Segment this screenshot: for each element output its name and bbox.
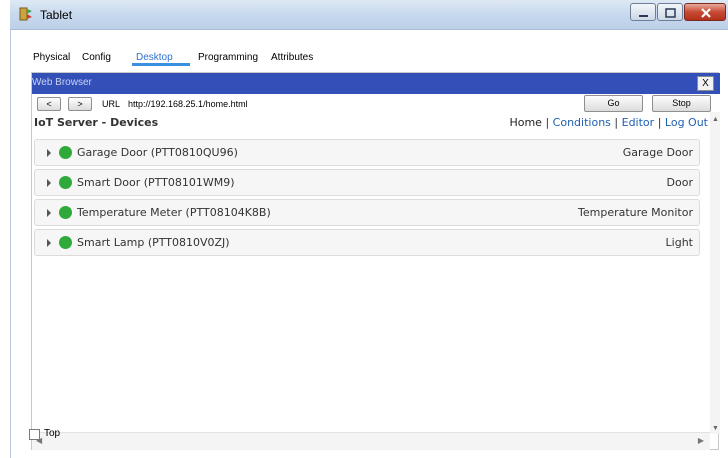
maximize-icon (665, 8, 676, 18)
browser-content: IoT Server - Devices Home | Conditions |… (32, 112, 710, 432)
expand-caret-icon[interactable] (47, 239, 51, 247)
home-link[interactable]: Home (509, 116, 541, 129)
top-checkbox-label: Top (44, 428, 61, 439)
active-tab-indicator (132, 63, 190, 66)
top-nav: Home | Conditions | Editor | Log Out (509, 116, 708, 129)
stop-button[interactable]: Stop (652, 95, 711, 112)
device-name: Garage Door (PTT0810QU96) (77, 146, 238, 159)
status-indicator-icon (59, 206, 72, 219)
minimize-button[interactable] (630, 3, 656, 21)
device-type: Door (666, 176, 693, 189)
web-browser-close-button[interactable]: X (697, 76, 714, 91)
tab-desktop[interactable]: Desktop (136, 52, 173, 63)
expand-caret-icon[interactable] (47, 209, 51, 217)
device-row[interactable]: Temperature Meter (PTT08104K8B) Temperat… (34, 199, 700, 226)
expand-caret-icon[interactable] (47, 179, 51, 187)
page-title: IoT Server - Devices (34, 116, 159, 129)
url-input[interactable] (126, 97, 578, 111)
app-icon (19, 7, 32, 21)
forward-button[interactable]: > (68, 97, 92, 111)
device-name: Smart Door (PTT08101WM9) (77, 176, 235, 189)
browser-navbar: < > URL Go Stop (32, 94, 720, 112)
status-indicator-icon (59, 176, 72, 189)
close-icon (701, 8, 711, 18)
device-row[interactable]: Garage Door (PTT0810QU96) Garage Door (34, 139, 700, 166)
web-browser-titlebar: Web Browser X (32, 73, 720, 94)
device-type: Light (665, 236, 693, 249)
maximize-button[interactable] (657, 3, 683, 21)
desktop-panel: Web Browser X < > URL Go Stop IoT Server… (31, 72, 720, 450)
window-client: Physical Config Desktop Programming Attr… (10, 30, 728, 458)
scroll-right-icon[interactable]: ▶ (698, 436, 704, 445)
window-title: Tablet (40, 8, 73, 22)
device-name: Smart Lamp (PTT0810V0ZJ) (77, 236, 230, 249)
nav-separator: | (545, 116, 550, 129)
go-button[interactable]: Go (584, 95, 643, 112)
top-checkbox[interactable] (29, 429, 40, 440)
url-label: URL (102, 99, 121, 109)
scroll-down-icon[interactable]: ▼ (712, 425, 719, 432)
editor-link[interactable]: Editor (622, 116, 655, 129)
minimize-icon (639, 15, 648, 17)
device-list: Garage Door (PTT0810QU96) Garage Door Sm… (34, 139, 700, 259)
device-type: Temperature Monitor (578, 206, 693, 219)
device-name: Temperature Meter (PTT08104K8B) (77, 206, 271, 219)
device-type: Garage Door (622, 146, 693, 159)
nav-separator: | (614, 116, 619, 129)
conditions-link[interactable]: Conditions (553, 116, 611, 129)
tab-attributes[interactable]: Attributes (271, 52, 313, 63)
status-indicator-icon (59, 236, 72, 249)
back-button[interactable]: < (37, 97, 61, 111)
tab-physical[interactable]: Physical (33, 52, 70, 63)
tablet-window: Tablet Physical Config Desktop Programmi… (10, 0, 728, 458)
scroll-up-icon[interactable]: ▲ (712, 116, 719, 123)
close-window-button[interactable] (684, 3, 726, 21)
device-row[interactable]: Smart Door (PTT08101WM9) Door (34, 169, 700, 196)
window-titlebar[interactable]: Tablet (10, 0, 728, 30)
web-browser-title: Web Browser (32, 77, 92, 88)
logout-link[interactable]: Log Out (665, 116, 708, 129)
nav-separator: | (657, 116, 662, 129)
status-indicator-icon (59, 146, 72, 159)
vertical-scrollbar[interactable]: ▲ ▼ (710, 112, 720, 434)
device-row[interactable]: Smart Lamp (PTT0810V0ZJ) Light (34, 229, 700, 256)
expand-caret-icon[interactable] (47, 149, 51, 157)
tab-programming[interactable]: Programming (198, 52, 258, 63)
horizontal-scrollbar[interactable]: ◀ ▶ (32, 432, 710, 450)
tab-config[interactable]: Config (82, 52, 111, 63)
